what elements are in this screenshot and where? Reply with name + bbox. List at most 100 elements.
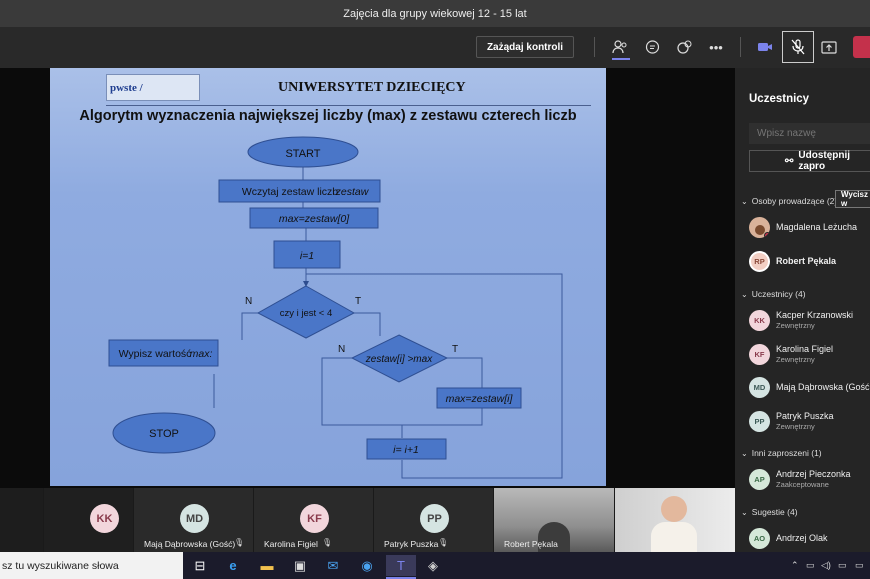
- cond1-label: czy i jest < 4: [280, 308, 333, 319]
- video-tile[interactable]: MD Mają Dąbrowska (Gość) 🎙: [133, 488, 253, 552]
- avatar: MD: [180, 504, 209, 533]
- avatar: RP: [749, 251, 770, 272]
- participant-name: Magdalena Leżucha: [776, 222, 858, 232]
- participant-row[interactable]: KK Kacper Krzanowski Zewnętrzny: [749, 309, 870, 333]
- tile-name: Karolina Figiel: [264, 539, 318, 549]
- flowchart: START Wczytaj zestaw liczb zestaw max=ze…: [108, 136, 563, 479]
- avatar: KF: [749, 344, 770, 365]
- print-label: Wypisz wartość: [119, 348, 192, 360]
- camera-icon[interactable]: [754, 36, 776, 58]
- assign-max-box: max=zestaw[i]: [436, 387, 522, 409]
- windows-taskbar: sz tu wyszukiwane słowa ⊟ e ▬ ▣ ✉ ◉ T ◈ …: [0, 552, 870, 579]
- tile-name: Patryk Puszka: [384, 539, 439, 549]
- participant-name: Kacper Krzanowski: [776, 310, 854, 320]
- mic-off-icon: 🎙: [438, 538, 449, 547]
- tray-icon[interactable]: ▭: [806, 560, 815, 571]
- read-input-box: Wczytaj zestaw liczb zestaw: [218, 179, 381, 203]
- participant-row[interactable]: Magdalena Leżucha: [749, 216, 870, 240]
- share-invite-button[interactable]: ⚯ Udostępnij zapro: [749, 150, 870, 172]
- participant-row[interactable]: KF Karolina Figiel Zewnętrzny: [749, 343, 870, 367]
- participant-video-strip: KK MD Mają Dąbrowska (Gość) 🎙 KF Karolin…: [0, 488, 735, 552]
- suggestions-group[interactable]: Sugestie (4): [741, 507, 798, 517]
- video-tile[interactable]: Robert Pękala: [493, 488, 614, 552]
- window-title-bar: Zajęcia dla grupy wiekowej 12 - 15 lat: [0, 0, 870, 27]
- participant-type: Zewnętrzny: [776, 422, 815, 431]
- read-label: Wczytaj zestaw liczb: [242, 186, 338, 198]
- leave-icon[interactable]: [853, 36, 870, 58]
- more-icon[interactable]: •••: [705, 36, 727, 58]
- share-icon[interactable]: [818, 36, 840, 58]
- shared-content-stage: START Wczytaj zestaw liczb zestaw max=ze…: [0, 68, 735, 488]
- volume-icon[interactable]: ◁): [821, 560, 831, 571]
- participant-search-input[interactable]: [749, 123, 870, 144]
- mic-off-icon: 🎙: [322, 538, 333, 547]
- request-control-button[interactable]: Zażądaj kontroli: [476, 36, 574, 58]
- chevron-up-icon[interactable]: ⌃: [791, 560, 799, 571]
- n-label-2: N: [338, 344, 345, 355]
- start-terminal: START: [247, 136, 359, 168]
- mic-off-icon[interactable]: [782, 31, 814, 63]
- video-tile[interactable]: PP Patryk Puszka 🎙: [373, 488, 493, 552]
- video-tile[interactable]: KF Karolina Figiel 🎙: [253, 488, 373, 552]
- app-icon[interactable]: ◈: [422, 555, 444, 576]
- mute-all-button[interactable]: Wycisz w: [835, 190, 870, 208]
- store-icon[interactable]: ▣: [289, 555, 311, 576]
- taskbar-search-box[interactable]: sz tu wyszukiwane słowa: [0, 552, 183, 579]
- start-label: START: [285, 148, 320, 160]
- init-i-label: i=1: [300, 250, 314, 262]
- read-label-italic: zestaw: [335, 186, 370, 198]
- tile-name: Robert Pękala: [504, 539, 558, 549]
- avatar: MD: [749, 377, 770, 398]
- n-label-1: N: [245, 296, 252, 307]
- avatar: [749, 217, 770, 238]
- slide-divider: [106, 105, 591, 106]
- avatar: PP: [420, 504, 449, 533]
- safari-icon[interactable]: ◉: [356, 555, 378, 576]
- display-icon[interactable]: ▭: [838, 560, 847, 571]
- presenters-group[interactable]: Osoby prowadzące (2): [741, 196, 838, 206]
- notification-icon[interactable]: ▭: [855, 560, 864, 571]
- reactions-icon[interactable]: [673, 36, 695, 58]
- task-view-icon[interactable]: ⊟: [189, 555, 211, 576]
- participant-name: Andrzej Olak: [776, 533, 828, 543]
- participant-row[interactable]: PP Patryk Puszka Zewnętrzny: [749, 410, 870, 434]
- active-indicator: [612, 58, 630, 60]
- slide-title: Algorytm wyznaczenia największej liczby …: [79, 108, 577, 124]
- participant-row[interactable]: MD Mają Dąbrowska (Gość: [749, 376, 870, 400]
- participant-row[interactable]: AP Andrzej Pieczonka Zaakceptowane: [749, 468, 870, 492]
- file-explorer-icon[interactable]: ▬: [256, 555, 278, 576]
- avatar: KK: [749, 310, 770, 331]
- participant-row[interactable]: RP Robert Pękala: [749, 250, 870, 274]
- participant-name: Andrzej Pieczonka: [776, 469, 851, 479]
- avatar: KK: [90, 504, 119, 533]
- university-heading: UNIWERSYTET DZIECIĘCY: [278, 80, 466, 95]
- print-max-box: Wypisz wartość max:: [108, 339, 219, 367]
- stop-label: STOP: [149, 428, 179, 440]
- video-feed: [651, 522, 697, 552]
- t-label-2: T: [452, 344, 458, 355]
- avatar: AO: [749, 528, 770, 549]
- tile-name: Mają Dąbrowska (Gość): [144, 539, 236, 549]
- chat-icon[interactable]: [641, 36, 663, 58]
- share-invite-label: Udostępnij zapro: [798, 150, 851, 172]
- panel-title: Uczestnicy: [749, 93, 810, 105]
- share-link-icon: ⚯: [785, 155, 794, 167]
- presentation-slide: START Wczytaj zestaw liczb zestaw max=ze…: [50, 68, 606, 486]
- avatar: PP: [749, 411, 770, 432]
- avatar: AP: [749, 469, 770, 490]
- edge-icon[interactable]: e: [222, 555, 244, 576]
- stop-terminal: STOP: [112, 412, 216, 454]
- increment-box: i= i+1: [366, 438, 447, 460]
- t-label-1: T: [355, 296, 361, 307]
- avatar: KF: [300, 504, 329, 533]
- teams-icon[interactable]: T: [386, 555, 416, 576]
- attendees-group[interactable]: Uczestnicy (4): [741, 289, 806, 299]
- invited-group[interactable]: Inni zaproszeni (1): [741, 448, 822, 458]
- mail-icon[interactable]: ✉: [322, 555, 344, 576]
- participant-row[interactable]: AO Andrzej Olak: [749, 527, 870, 551]
- people-icon[interactable]: [609, 36, 631, 58]
- init-i-box: i=1: [273, 240, 341, 269]
- video-tile[interactable]: KK: [43, 488, 133, 552]
- self-video-tile[interactable]: [614, 488, 735, 552]
- condition-loop: czy i jest < 4: [256, 285, 356, 339]
